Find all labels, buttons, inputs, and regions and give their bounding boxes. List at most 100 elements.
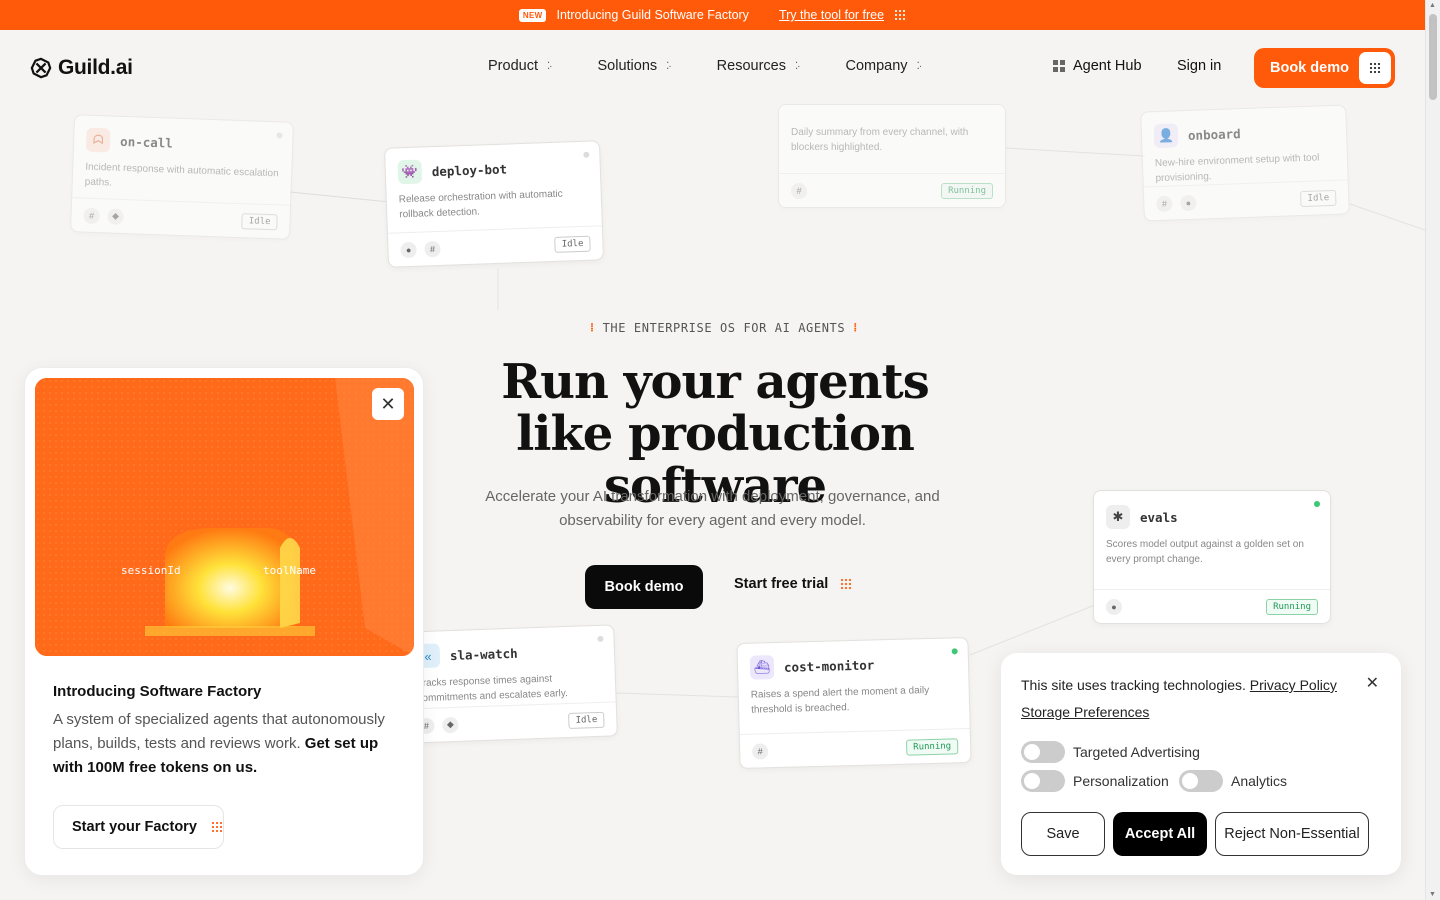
furnace-illustration: sessionId toolName [35, 378, 414, 656]
nav-resources-label: Resources [716, 58, 786, 74]
nav-menu: Product ⁚· Solutions ⁚· Resources ⁚· Compan… [488, 58, 922, 74]
status-badge: Running [1266, 598, 1318, 615]
cookie-banner: This site uses tracking technologies. Pr… [1001, 653, 1401, 875]
promo-panel: sessionId toolName ✕ Introducing Softwar… [24, 367, 424, 876]
hero-subtitle: Accelerate your AI transformation with d… [485, 488, 940, 529]
dots-icon [840, 578, 853, 590]
start-free-trial-label: Start free trial [734, 576, 829, 592]
nav-resources[interactable]: Resources ⁚· [716, 58, 801, 74]
dots-icon [894, 9, 907, 21]
status-badge: Running [906, 737, 959, 756]
start-factory-button[interactable]: Start your Factory [53, 805, 224, 849]
hero-title-line1: Run your agents [501, 354, 929, 410]
agent-card-cost-monitor[interactable]: ⛴ cost-monitor Raises a spend alert the … [736, 636, 972, 770]
agent-card-on-call[interactable]: ᗣ on-call Incident response with automat… [70, 114, 294, 240]
git-icon: ◆ [107, 207, 124, 225]
toggle-switch[interactable] [1021, 741, 1065, 763]
cookie-text: This site uses tracking technologies. Pr… [1021, 677, 1337, 693]
nav-company[interactable]: Company ⁚· [846, 58, 922, 74]
scrollbar[interactable]: ▲ ▼ [1425, 0, 1440, 900]
bracket-icon: ⁞ [590, 320, 595, 334]
nav-company-label: Company [845, 58, 908, 74]
hero-book-demo-button[interactable]: Book demo [585, 565, 703, 609]
agent-desc: Tracks response times against commitment… [416, 673, 568, 705]
bracket-icon: ⁞ [853, 320, 858, 334]
agent-desc: Daily summary from every channel, with b… [791, 127, 969, 153]
agent-hub-label: Agent Hub [1073, 58, 1142, 74]
ghost-icon: ᗣ [85, 127, 111, 153]
toggle-analytics[interactable]: Analytics [1179, 770, 1287, 792]
agent-card-evals[interactable]: ✱ evals Scores model output against a go… [1093, 490, 1331, 624]
nav-solutions[interactable]: Solutions ⁚· [597, 58, 672, 74]
announcement-bar: NEW Introducing Guild Software Factory T… [0, 0, 1425, 30]
avatar-icon: 👤 [1153, 123, 1179, 149]
slack-icon: # [1156, 195, 1173, 212]
agent-name: on-call [119, 133, 174, 151]
cookie-accept-all-button[interactable]: Accept All [1113, 812, 1207, 856]
announcement-text: Introducing Guild Software Factory [556, 8, 749, 22]
dots-icon [1359, 52, 1391, 84]
art-text-session: sessionId [121, 564, 181, 577]
slack-icon: # [424, 240, 441, 257]
agent-card-sla-watch[interactable]: « sla-watch Tracks response times agains… [402, 624, 618, 744]
nav-solutions-label: Solutions [597, 58, 658, 74]
logo-text: Guild.ai [58, 56, 133, 79]
nav-product[interactable]: Product ⁚· [488, 58, 552, 74]
status-badge: Idle [554, 235, 591, 253]
scroll-down-icon[interactable]: ▼ [1429, 891, 1436, 898]
cookie-reject-button[interactable]: Reject Non-Essential [1215, 812, 1369, 856]
github-icon: ● [400, 241, 417, 258]
agent-name: cost-monitor [783, 656, 875, 675]
agent-name: onboard [1187, 125, 1241, 143]
hero-eyebrow: ⁞ THE ENTERPRISE OS FOR AI AGENTS ⁞ [590, 320, 858, 335]
git-icon: ◆ [442, 716, 459, 733]
agent-name: evals [1140, 509, 1178, 525]
art-text-tool: toolName [263, 564, 316, 577]
toggle-personalization[interactable]: Personalization [1021, 770, 1169, 792]
storage-preferences-link[interactable]: Storage Preferences [1021, 704, 1149, 720]
agent-desc: Incident response with automatic escalat… [84, 161, 279, 189]
slack-icon: # [791, 182, 807, 199]
start-free-trial-button[interactable]: Start free trial [734, 576, 853, 592]
agent-desc: Release orchestration with automatic rol… [398, 188, 563, 221]
logo[interactable]: Guild.ai [30, 56, 133, 80]
sign-in-link[interactable]: Sign in [1177, 58, 1221, 74]
cookie-message: This site uses tracking technologies. [1021, 677, 1246, 693]
agent-desc: Raises a spend alert the moment a daily … [750, 685, 930, 716]
scroll-thumb[interactable] [1429, 14, 1437, 100]
top-nav: Guild.ai Product ⁚· Solutions ⁚· Resources… [0, 30, 1425, 104]
scroll-up-icon[interactable]: ▲ [1429, 2, 1436, 9]
status-badge: Running [941, 182, 993, 199]
try-tool-link[interactable]: Try the tool for free [779, 8, 884, 22]
status-dot [1314, 501, 1320, 507]
status-badge: Idle [568, 711, 605, 729]
agent-card-summary[interactable]: Daily summary from every channel, with b… [778, 104, 1006, 208]
grid-icon [1053, 60, 1065, 72]
bug-icon: ✱ [1106, 505, 1130, 529]
toggle-switch[interactable] [1021, 770, 1065, 792]
book-demo-button[interactable]: Book demo [1254, 48, 1395, 88]
space-invader-icon: 👾 [397, 159, 423, 185]
toggle-targeted-advertising[interactable]: Targeted Advertising [1021, 741, 1200, 763]
close-icon[interactable]: ✕ [372, 388, 404, 420]
toggle-switch[interactable] [1179, 770, 1223, 792]
start-factory-label: Start your Factory [72, 819, 197, 835]
dots-icon: ⁚· [916, 60, 922, 72]
agent-hub-link[interactable]: Agent Hub [1053, 58, 1142, 74]
cookie-save-button[interactable]: Save [1021, 812, 1105, 856]
github-icon: ● [1180, 194, 1197, 211]
toggle-label: Personalization [1073, 773, 1169, 789]
eyebrow-text: THE ENTERPRISE OS FOR AI AGENTS [602, 320, 846, 335]
ship-icon: ⛴ [749, 655, 775, 680]
agent-card-deploy-bot[interactable]: 👾 deploy-bot Release orchestration with … [383, 140, 605, 268]
agent-desc: Scores model output against a golden set… [1106, 539, 1304, 565]
guild-logo-icon [30, 57, 52, 79]
close-icon[interactable]: ✕ [1366, 673, 1379, 693]
promo-body: A system of specialized agents that auto… [53, 708, 403, 780]
agent-card-onboard[interactable]: 👤 onboard New-hire environment setup wit… [1140, 104, 1350, 222]
toggle-label: Targeted Advertising [1073, 744, 1200, 760]
status-badge: Idle [1300, 189, 1337, 207]
privacy-policy-link[interactable]: Privacy Policy [1250, 677, 1337, 693]
book-demo-label: Book demo [1270, 60, 1349, 76]
agent-name: deploy-bot [431, 161, 508, 179]
